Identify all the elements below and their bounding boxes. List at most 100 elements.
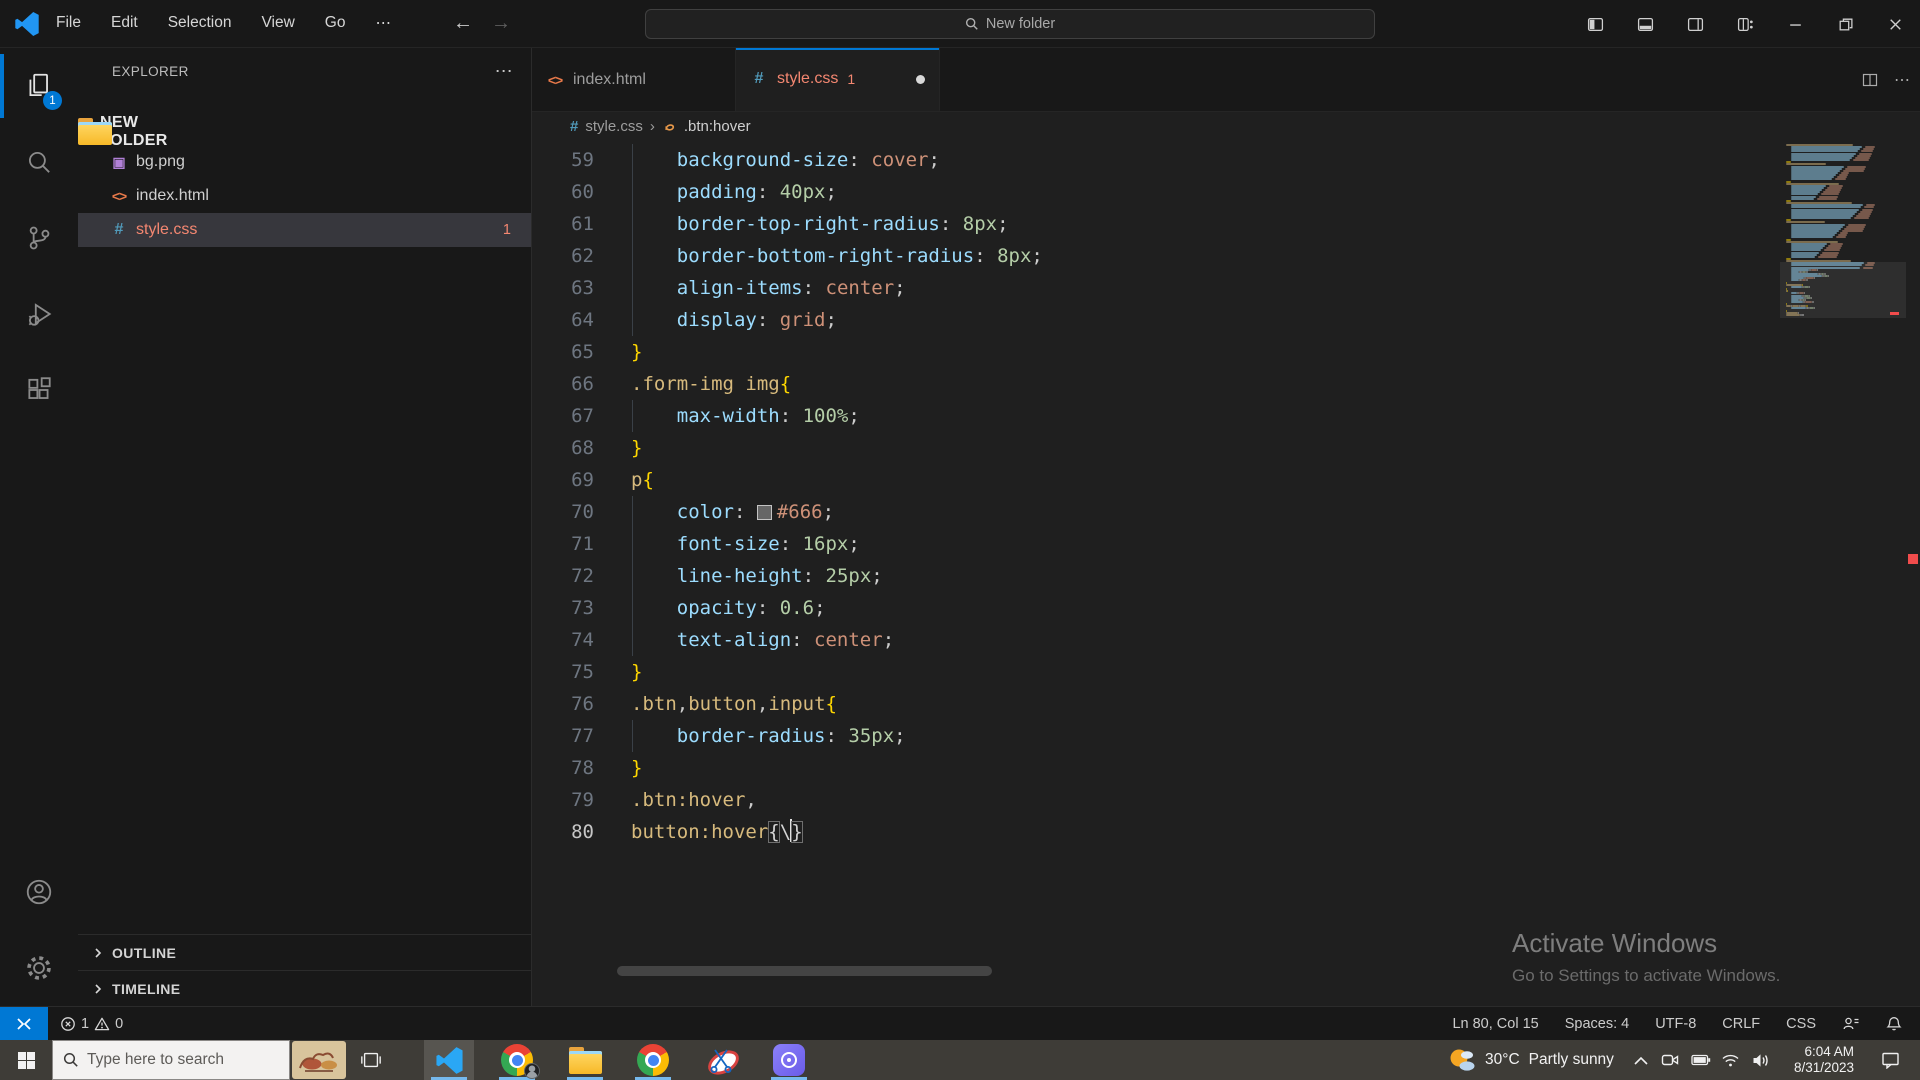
code-line[interactable]: 78} — [532, 752, 1760, 784]
settings-gear-icon[interactable] — [0, 930, 78, 1006]
language-status[interactable]: CSS — [1786, 1016, 1816, 1032]
taskbar-search-input[interactable] — [87, 1051, 257, 1069]
feedback-icon[interactable] — [1842, 1016, 1860, 1032]
start-button[interactable] — [0, 1040, 52, 1080]
taskbar-clock[interactable]: 6:04 AM 8/31/2023 — [1776, 1044, 1868, 1076]
restore-button[interactable] — [1820, 0, 1870, 48]
tree-item-index-html[interactable]: <> index.html — [78, 179, 531, 213]
toggle-secondary-sidebar-icon[interactable] — [1670, 0, 1720, 48]
source-control-icon[interactable] — [0, 200, 78, 276]
code-line[interactable]: 72 line-height: 25px; — [532, 560, 1760, 592]
account-icon[interactable] — [0, 854, 78, 930]
taskbar-search[interactable] — [52, 1040, 290, 1080]
taskbar-weather[interactable]: 30°C Partly sunny — [1434, 1046, 1626, 1074]
code-line[interactable]: 76 .btn,button,input{ — [532, 688, 1760, 720]
wifi-icon[interactable] — [1716, 1053, 1746, 1068]
code-line[interactable]: 68} — [532, 432, 1760, 464]
menu-file[interactable]: File — [56, 14, 81, 33]
taskbar-snipping-tool-button[interactable] — [696, 1040, 746, 1080]
taskbar-chrome-profile-button[interactable] — [492, 1040, 542, 1080]
explorer-more-icon[interactable]: ⋯ — [495, 61, 513, 82]
code-line[interactable]: 70 color: #666; — [532, 496, 1760, 528]
minimize-button[interactable] — [1770, 0, 1820, 48]
close-button[interactable] — [1870, 0, 1920, 48]
code-line[interactable]: 65} — [532, 336, 1760, 368]
tree-item-bg-png[interactable]: ▣ bg.png — [78, 145, 531, 179]
code-line[interactable]: 67 max-width: 100%; — [532, 400, 1760, 432]
run-debug-icon[interactable] — [0, 276, 78, 352]
code-line[interactable]: 63 align-items: center; — [532, 272, 1760, 304]
editor-more-icon[interactable]: ⋯ — [1894, 70, 1910, 90]
code-line[interactable]: 74 text-align: center; — [532, 624, 1760, 656]
explorer-icon[interactable]: 1 — [0, 48, 78, 124]
cursor-position-status[interactable]: Ln 80, Col 15 — [1452, 1016, 1538, 1032]
code-token: center — [825, 277, 895, 299]
tab-label: style.css — [777, 70, 839, 87]
breadcrumb[interactable]: # style.css › .btn:hover — [532, 112, 1920, 140]
code-line[interactable]: 60 padding: 40px; — [532, 176, 1760, 208]
tree-folder-root[interactable]: NEW FOLDER — [78, 114, 167, 149]
command-center-search[interactable]: New folder — [645, 9, 1375, 39]
code-line[interactable]: 59 background-size: cover; — [532, 144, 1760, 176]
section-outline[interactable]: OUTLINE — [78, 934, 531, 970]
code-line[interactable]: 64 display: grid; — [532, 304, 1760, 336]
code-line[interactable]: 77 border-radius: 35px; — [532, 720, 1760, 752]
watermark-subtitle: Go to Settings to activate Windows. — [1512, 966, 1781, 985]
code-line[interactable]: 73 opacity: 0.6; — [532, 592, 1760, 624]
problems-status[interactable]: 1 0 — [60, 1016, 123, 1032]
tab-style-css[interactable]: # style.css 1 — [736, 48, 940, 111]
line-number: 63 — [571, 277, 594, 299]
code-line[interactable]: 79 .btn:hover, — [532, 784, 1760, 816]
code-token: ; — [825, 309, 837, 331]
horizontal-scrollbar[interactable] — [617, 966, 992, 976]
code-line[interactable]: 66 .form-img img{ — [532, 368, 1760, 400]
taskbar-file-explorer-button[interactable] — [560, 1040, 610, 1080]
volume-icon[interactable] — [1746, 1053, 1776, 1068]
tray-expand-icon[interactable] — [1626, 1056, 1656, 1065]
modified-dot-icon[interactable] — [916, 74, 925, 84]
tree-item-style-css[interactable]: # style.css 1 — [78, 213, 531, 247]
code-line[interactable]: 61 border-top-right-radius: 8px; — [532, 208, 1760, 240]
breadcrumb-symbol[interactable]: .btn:hover — [684, 118, 751, 135]
menu-selection[interactable]: Selection — [168, 14, 232, 33]
code-line[interactable]: 69 p{ — [532, 464, 1760, 496]
bell-icon[interactable] — [1886, 1015, 1902, 1032]
search-sidebar-icon[interactable] — [0, 124, 78, 200]
menu-view[interactable]: View — [261, 14, 294, 33]
menu-edit[interactable]: Edit — [111, 14, 138, 33]
menu-go[interactable]: Go — [325, 14, 346, 33]
back-icon[interactable]: ← — [453, 12, 473, 35]
taskbar-obs-button[interactable] — [764, 1040, 814, 1080]
code-token: border-top-right-radius — [676, 213, 940, 235]
menu-more-icon[interactable]: ⋯ — [375, 14, 391, 33]
section-timeline[interactable]: TIMELINE — [78, 970, 531, 1006]
minimap[interactable] — [1780, 140, 1906, 1006]
action-center-button[interactable] — [1868, 1051, 1912, 1069]
meet-now-icon[interactable] — [1656, 1052, 1686, 1068]
code-line[interactable]: 71 font-size: 16px; — [532, 528, 1760, 560]
code-line[interactable]: 80 button:hover{\} — [532, 816, 1760, 848]
encoding-status[interactable]: UTF-8 — [1655, 1016, 1696, 1032]
customize-layout-icon[interactable] — [1720, 0, 1770, 48]
line-number: 65 — [571, 341, 594, 363]
extensions-icon[interactable] — [0, 352, 78, 428]
forward-icon: → — [490, 12, 511, 34]
code-line[interactable]: 62 border-bottom-right-radius: 8px; — [532, 240, 1760, 272]
taskbar-chrome-button[interactable] — [628, 1040, 678, 1080]
remote-indicator[interactable] — [0, 1006, 48, 1041]
split-editor-icon[interactable] — [1862, 72, 1878, 88]
taskbar-vscode-button[interactable] — [424, 1040, 474, 1080]
indentation-status[interactable]: Spaces: 4 — [1565, 1016, 1630, 1032]
breadcrumb-file[interactable]: style.css — [585, 118, 643, 135]
tab-index-html[interactable]: <> index.html — [532, 48, 736, 111]
battery-icon[interactable] — [1686, 1053, 1716, 1067]
toggle-sidebar-icon[interactable] — [1570, 0, 1620, 48]
code-line[interactable]: 75} — [532, 656, 1760, 688]
toggle-panel-icon[interactable] — [1620, 0, 1670, 48]
search-highlight-doodle[interactable] — [290, 1040, 348, 1080]
task-view-button[interactable] — [348, 1040, 394, 1080]
code-editor[interactable]: 59 background-size: cover; 60 padding: 40… — [532, 140, 1920, 1006]
eol-status[interactable]: CRLF — [1722, 1016, 1760, 1032]
